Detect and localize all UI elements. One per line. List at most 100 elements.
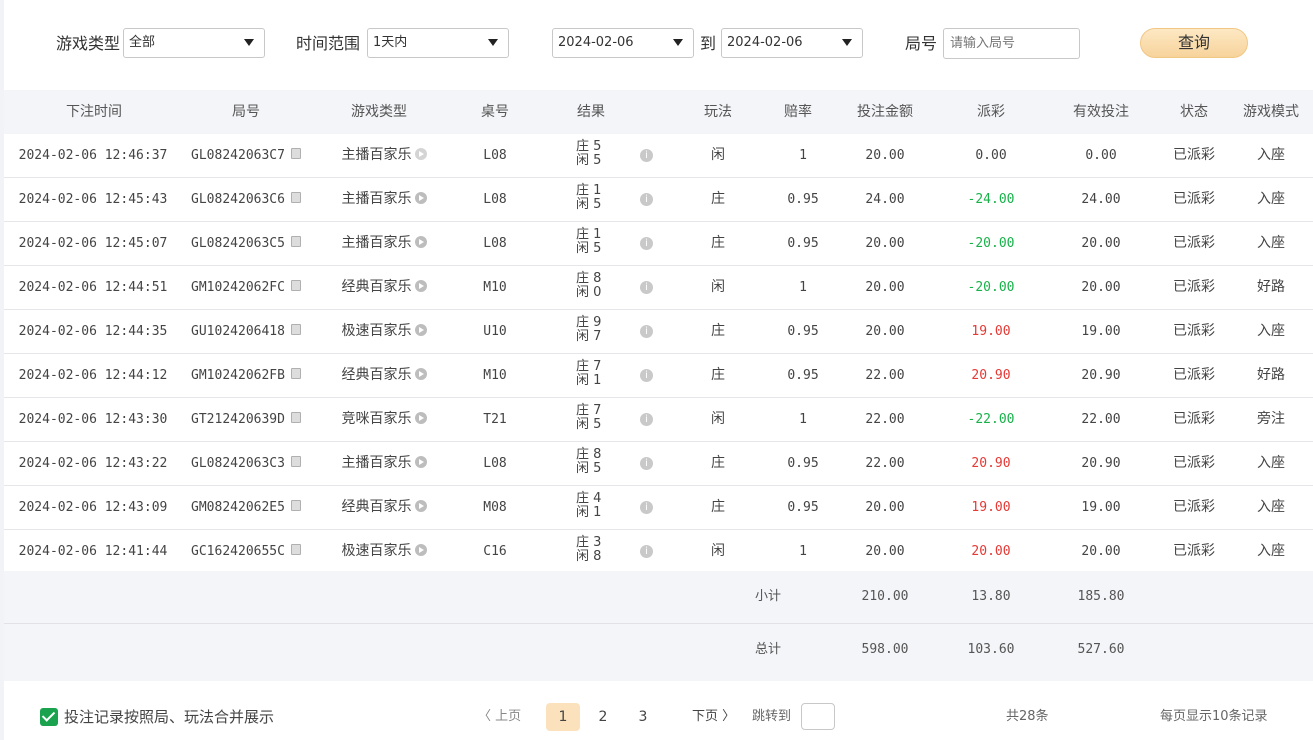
copy-icon[interactable]	[290, 456, 301, 467]
player-label: 闲	[576, 461, 590, 476]
page-1-button[interactable]: 1	[546, 703, 580, 731]
round-cell: GL08242063C7	[186, 134, 306, 177]
player-result: 闲 5	[576, 198, 610, 212]
player-label: 闲	[576, 241, 590, 256]
copy-icon[interactable]	[290, 368, 301, 379]
round-cell: GL08242063C5	[186, 222, 306, 265]
bet-amount: 22.00	[865, 412, 905, 427]
play-replay-icon[interactable]	[414, 368, 427, 380]
copy-icon[interactable]	[290, 280, 301, 291]
game-type: 主播百家乐	[341, 235, 412, 251]
player-score: 8	[593, 549, 602, 564]
bet-time: 2024-02-06 12:44:35	[18, 324, 168, 339]
play-replay-icon[interactable]	[414, 324, 427, 336]
banker-score: 9	[593, 315, 602, 330]
jump-page-input[interactable]	[801, 703, 835, 730]
banker-result: 庄 5	[576, 140, 610, 154]
col-play: 玩法	[704, 104, 732, 120]
info-icon[interactable]: i	[640, 281, 653, 294]
odds: 0.95	[787, 324, 819, 339]
valid-bet: 19.00	[1081, 324, 1121, 339]
copy-icon[interactable]	[290, 500, 301, 511]
payout: 20.90	[971, 456, 1011, 471]
info-icon[interactable]: i	[640, 369, 653, 382]
game-type: 主播百家乐	[341, 455, 412, 471]
payout: 19.00	[971, 324, 1011, 339]
col-result: 结果	[577, 104, 605, 120]
page-3-button[interactable]: 3	[626, 703, 660, 731]
player-result: 闲 5	[576, 154, 610, 168]
player-label: 闲	[576, 153, 590, 168]
summary-section: 小计 210.00 13.80 185.80 总计 598.00 103.60 …	[4, 571, 1313, 681]
round-input[interactable]	[943, 28, 1080, 59]
table-row: 2024-02-06 12:43:22 GL08242063C3 主播百家乐 L08 庄…	[4, 442, 1313, 486]
player-result: 闲 5	[576, 242, 610, 256]
valid-bet: 20.00	[1081, 280, 1121, 295]
player-label: 闲	[576, 549, 590, 564]
info-icon[interactable]: i	[640, 193, 653, 206]
copy-icon[interactable]	[290, 324, 301, 335]
copy-icon[interactable]	[290, 544, 301, 555]
merge-checkbox[interactable]	[40, 708, 58, 726]
odds: 0.95	[787, 500, 819, 515]
copy-icon[interactable]	[290, 148, 301, 159]
play-replay-icon[interactable]	[414, 412, 427, 424]
play-replay-icon[interactable]	[414, 236, 427, 248]
game-type-select[interactable]: 全部	[123, 28, 265, 58]
bet-history-panel: 游戏类型 全部 时间范围 1天内 2024-02-06 到 2024-02-06…	[4, 0, 1313, 740]
play-replay-icon[interactable]	[414, 192, 427, 204]
play-replay-icon[interactable]	[414, 456, 427, 468]
status-badge: 已派彩	[1173, 455, 1215, 471]
merge-checkbox-label[interactable]: 投注记录按照局、玩法合并展示	[64, 707, 274, 727]
bet-time: 2024-02-06 12:46:37	[18, 148, 168, 163]
query-button[interactable]: 查询	[1140, 28, 1248, 58]
player-label: 闲	[576, 285, 590, 300]
play-replay-icon[interactable]	[414, 148, 427, 160]
bet-amount: 20.00	[865, 280, 905, 295]
date-to-select[interactable]: 2024-02-06	[721, 28, 863, 58]
play-replay-icon[interactable]	[414, 544, 427, 556]
payout: -22.00	[967, 412, 1015, 427]
next-page-button[interactable]: 下页 〉	[692, 707, 735, 727]
copy-icon[interactable]	[290, 412, 301, 423]
result-cell: 庄 7闲 5	[576, 404, 610, 432]
player-score: 5	[593, 417, 602, 432]
col-odds: 赔率	[784, 104, 812, 120]
game-mode: 入座	[1257, 499, 1285, 515]
round-cell: GT212420639D	[186, 398, 306, 441]
round-id: GM08242062E5	[191, 500, 285, 515]
page-2-button[interactable]: 2	[586, 703, 620, 731]
subtotal-payout: 13.80	[971, 589, 1011, 604]
play-replay-icon[interactable]	[414, 280, 427, 292]
info-icon[interactable]: i	[640, 413, 653, 426]
banker-score: 1	[593, 227, 602, 242]
info-icon[interactable]: i	[640, 237, 653, 250]
copy-icon[interactable]	[290, 236, 301, 247]
chevron-down-icon	[244, 39, 254, 46]
game-mode: 入座	[1257, 455, 1285, 471]
player-score: 0	[593, 285, 602, 300]
play-type: 闲	[711, 279, 725, 295]
info-icon[interactable]: i	[640, 325, 653, 338]
valid-bet: 0.00	[1085, 148, 1117, 163]
chevron-down-icon	[842, 39, 852, 46]
odds: 1	[799, 544, 807, 559]
info-icon[interactable]: i	[640, 501, 653, 514]
valid-bet: 20.00	[1081, 236, 1121, 251]
round-cell: GL08242063C6	[186, 178, 306, 221]
game-type-cell: 极速百家乐	[324, 310, 444, 353]
info-icon[interactable]: i	[640, 149, 653, 162]
table-no: L08	[483, 236, 507, 251]
result-cell: 庄 4闲 1	[576, 492, 610, 520]
play-replay-icon[interactable]	[414, 500, 427, 512]
time-range-select[interactable]: 1天内	[367, 28, 509, 58]
player-score: 5	[593, 197, 602, 212]
prev-page-button[interactable]: 〈 上页	[478, 707, 521, 727]
game-mode: 入座	[1257, 191, 1285, 207]
info-icon[interactable]: i	[640, 457, 653, 470]
game-type-cell: 主播百家乐	[324, 178, 444, 221]
info-icon[interactable]: i	[640, 545, 653, 558]
copy-icon[interactable]	[290, 192, 301, 203]
player-label: 闲	[576, 417, 590, 432]
date-from-select[interactable]: 2024-02-06	[552, 28, 694, 58]
